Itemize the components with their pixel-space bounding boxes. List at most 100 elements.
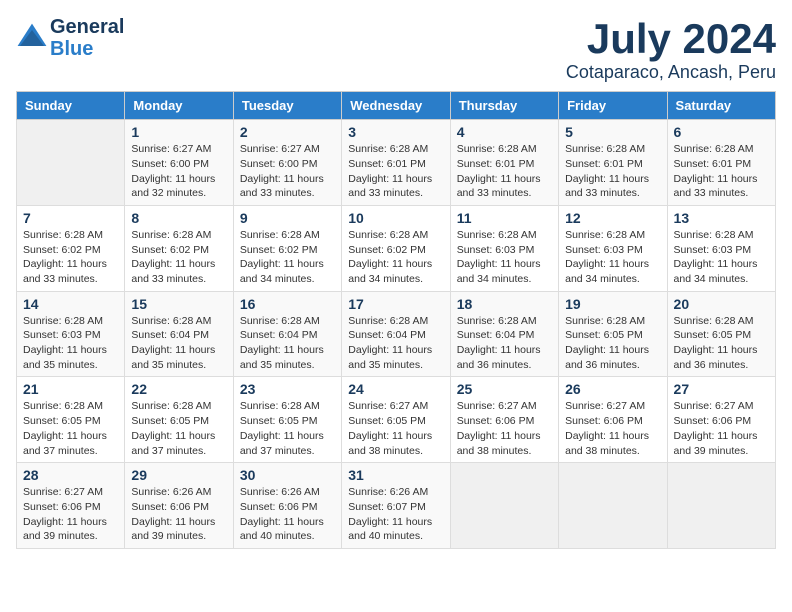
day-info: Sunrise: 6:26 AMSunset: 6:06 PMDaylight:… <box>131 485 226 544</box>
day-info: Sunrise: 6:28 AMSunset: 6:04 PMDaylight:… <box>457 314 552 373</box>
day-number: 4 <box>457 124 552 140</box>
day-info: Sunrise: 6:28 AMSunset: 6:05 PMDaylight:… <box>23 399 118 458</box>
day-info: Sunrise: 6:28 AMSunset: 6:05 PMDaylight:… <box>131 399 226 458</box>
day-cell: 27 Sunrise: 6:27 AMSunset: 6:06 PMDayligh… <box>667 377 775 463</box>
day-cell <box>559 463 667 549</box>
day-number: 29 <box>131 467 226 483</box>
day-number: 21 <box>23 381 118 397</box>
day-cell: 20 Sunrise: 6:28 AMSunset: 6:05 PMDayligh… <box>667 291 775 377</box>
day-cell: 16 Sunrise: 6:28 AMSunset: 6:04 PMDayligh… <box>233 291 341 377</box>
day-number: 7 <box>23 210 118 226</box>
day-number: 2 <box>240 124 335 140</box>
day-info: Sunrise: 6:28 AMSunset: 6:03 PMDaylight:… <box>23 314 118 373</box>
week-row-5: 28Sunrise: 6:27 AMSunset: 6:06 PMDayligh… <box>17 463 776 549</box>
day-info: Sunrise: 6:26 AMSunset: 6:07 PMDaylight:… <box>348 485 443 544</box>
day-cell: 5Sunrise: 6:28 AMSunset: 6:01 PMDaylight… <box>559 120 667 206</box>
day-cell: 30 Sunrise: 6:26 AMSunset: 6:06 PMDayligh… <box>233 463 341 549</box>
day-info: Sunrise: 6:27 AMSunset: 6:06 PMDaylight:… <box>565 399 660 458</box>
day-cell: 14 Sunrise: 6:28 AMSunset: 6:03 PMDayligh… <box>17 291 125 377</box>
day-number: 8 <box>131 210 226 226</box>
day-number: 13 <box>674 210 769 226</box>
day-number: 5 <box>565 124 660 140</box>
day-info: Sunrise: 6:28 AMSunset: 6:05 PMDaylight:… <box>240 399 335 458</box>
day-cell: 26 Sunrise: 6:27 AMSunset: 6:06 PMDayligh… <box>559 377 667 463</box>
day-cell: 2Sunrise: 6:27 AMSunset: 6:00 PMDaylight… <box>233 120 341 206</box>
day-info: Sunrise: 6:26 AMSunset: 6:06 PMDaylight:… <box>240 485 335 544</box>
day-number: 12 <box>565 210 660 226</box>
subtitle: Cotaparaco, Ancash, Peru <box>566 62 776 83</box>
day-info: Sunrise: 6:27 AMSunset: 6:06 PMDaylight:… <box>457 399 552 458</box>
day-info: Sunrise: 6:28 AMSunset: 6:05 PMDaylight:… <box>674 314 769 373</box>
day-info: Sunrise: 6:27 AMSunset: 6:00 PMDaylight:… <box>131 142 226 201</box>
week-row-3: 14 Sunrise: 6:28 AMSunset: 6:03 PMDayligh… <box>17 291 776 377</box>
calendar-table: SundayMondayTuesdayWednesdayThursdayFrid… <box>16 91 776 549</box>
day-number: 28 <box>23 467 118 483</box>
day-cell: 7Sunrise: 6:28 AMSunset: 6:02 PMDaylight… <box>17 205 125 291</box>
day-info: Sunrise: 6:28 AMSunset: 6:04 PMDaylight:… <box>348 314 443 373</box>
day-number: 11 <box>457 210 552 226</box>
day-cell: 11 Sunrise: 6:28 AMSunset: 6:03 PMDayligh… <box>450 205 558 291</box>
day-number: 16 <box>240 296 335 312</box>
day-cell: 10Sunrise: 6:28 AMSunset: 6:02 PMDayligh… <box>342 205 450 291</box>
day-info: Sunrise: 6:27 AMSunset: 6:05 PMDaylight:… <box>348 399 443 458</box>
main-title: July 2024 <box>566 16 776 62</box>
day-cell: 22 Sunrise: 6:28 AMSunset: 6:05 PMDayligh… <box>125 377 233 463</box>
day-cell <box>17 120 125 206</box>
day-cell: 15 Sunrise: 6:28 AMSunset: 6:04 PMDayligh… <box>125 291 233 377</box>
day-cell: 29 Sunrise: 6:26 AMSunset: 6:06 PMDayligh… <box>125 463 233 549</box>
day-number: 30 <box>240 467 335 483</box>
day-info: Sunrise: 6:28 AMSunset: 6:03 PMDaylight:… <box>457 228 552 287</box>
day-number: 6 <box>674 124 769 140</box>
day-number: 27 <box>674 381 769 397</box>
header-thursday: Thursday <box>450 92 558 120</box>
day-info: Sunrise: 6:28 AMSunset: 6:04 PMDaylight:… <box>240 314 335 373</box>
header-monday: Monday <box>125 92 233 120</box>
calendar-body: 1Sunrise: 6:27 AMSunset: 6:00 PMDaylight… <box>17 120 776 549</box>
day-cell: 3Sunrise: 6:28 AMSunset: 6:01 PMDaylight… <box>342 120 450 206</box>
header-tuesday: Tuesday <box>233 92 341 120</box>
day-number: 22 <box>131 381 226 397</box>
week-row-1: 1Sunrise: 6:27 AMSunset: 6:00 PMDaylight… <box>17 120 776 206</box>
header-sunday: Sunday <box>17 92 125 120</box>
day-number: 18 <box>457 296 552 312</box>
logo-text: General Blue <box>50 16 124 60</box>
day-info: Sunrise: 6:28 AMSunset: 6:02 PMDaylight:… <box>131 228 226 287</box>
week-row-2: 7 Sunrise: 6:28 AMSunset: 6:02 PMDaylight… <box>17 205 776 291</box>
day-number: 24 <box>348 381 443 397</box>
day-cell: 9Sunrise: 6:28 AMSunset: 6:02 PMDaylight… <box>233 205 341 291</box>
day-cell: 31 Sunrise: 6:26 AMSunset: 6:07 PMDayligh… <box>342 463 450 549</box>
page-header: General Blue July 2024 Cotaparaco, Ancas… <box>16 16 776 83</box>
week-row-4: 21 Sunrise: 6:28 AMSunset: 6:05 PMDayligh… <box>17 377 776 463</box>
header-friday: Friday <box>559 92 667 120</box>
day-info: Sunrise: 6:28 AMSunset: 6:02 PMDaylight:… <box>348 228 443 287</box>
day-cell: 8 Sunrise: 6:28 AMSunset: 6:02 PMDaylight… <box>125 205 233 291</box>
day-number: 3 <box>348 124 443 140</box>
day-cell: 24 Sunrise: 6:27 AMSunset: 6:05 PMDayligh… <box>342 377 450 463</box>
day-cell: 18 Sunrise: 6:28 AMSunset: 6:04 PMDayligh… <box>450 291 558 377</box>
day-number: 26 <box>565 381 660 397</box>
day-number: 15 <box>131 296 226 312</box>
logo-icon <box>16 22 48 54</box>
day-number: 17 <box>348 296 443 312</box>
day-cell <box>450 463 558 549</box>
day-cell: 1Sunrise: 6:27 AMSunset: 6:00 PMDaylight… <box>125 120 233 206</box>
day-info: Sunrise: 6:28 AMSunset: 6:04 PMDaylight:… <box>131 314 226 373</box>
day-number: 20 <box>674 296 769 312</box>
header-saturday: Saturday <box>667 92 775 120</box>
day-info: Sunrise: 6:27 AMSunset: 6:06 PMDaylight:… <box>674 399 769 458</box>
day-cell: 19Sunrise: 6:28 AMSunset: 6:05 PMDayligh… <box>559 291 667 377</box>
day-cell: 21 Sunrise: 6:28 AMSunset: 6:05 PMDayligh… <box>17 377 125 463</box>
day-info: Sunrise: 6:28 AMSunset: 6:01 PMDaylight:… <box>457 142 552 201</box>
calendar-header: SundayMondayTuesdayWednesdayThursdayFrid… <box>17 92 776 120</box>
day-cell: 25 Sunrise: 6:27 AMSunset: 6:06 PMDayligh… <box>450 377 558 463</box>
day-number: 25 <box>457 381 552 397</box>
day-cell: 13Sunrise: 6:28 AMSunset: 6:03 PMDayligh… <box>667 205 775 291</box>
day-info: Sunrise: 6:28 AMSunset: 6:01 PMDaylight:… <box>674 142 769 201</box>
header-row: SundayMondayTuesdayWednesdayThursdayFrid… <box>17 92 776 120</box>
day-cell: 28Sunrise: 6:27 AMSunset: 6:06 PMDayligh… <box>17 463 125 549</box>
day-number: 14 <box>23 296 118 312</box>
logo: General Blue <box>16 16 124 60</box>
header-wednesday: Wednesday <box>342 92 450 120</box>
day-number: 31 <box>348 467 443 483</box>
day-cell: 6 Sunrise: 6:28 AMSunset: 6:01 PMDaylight… <box>667 120 775 206</box>
